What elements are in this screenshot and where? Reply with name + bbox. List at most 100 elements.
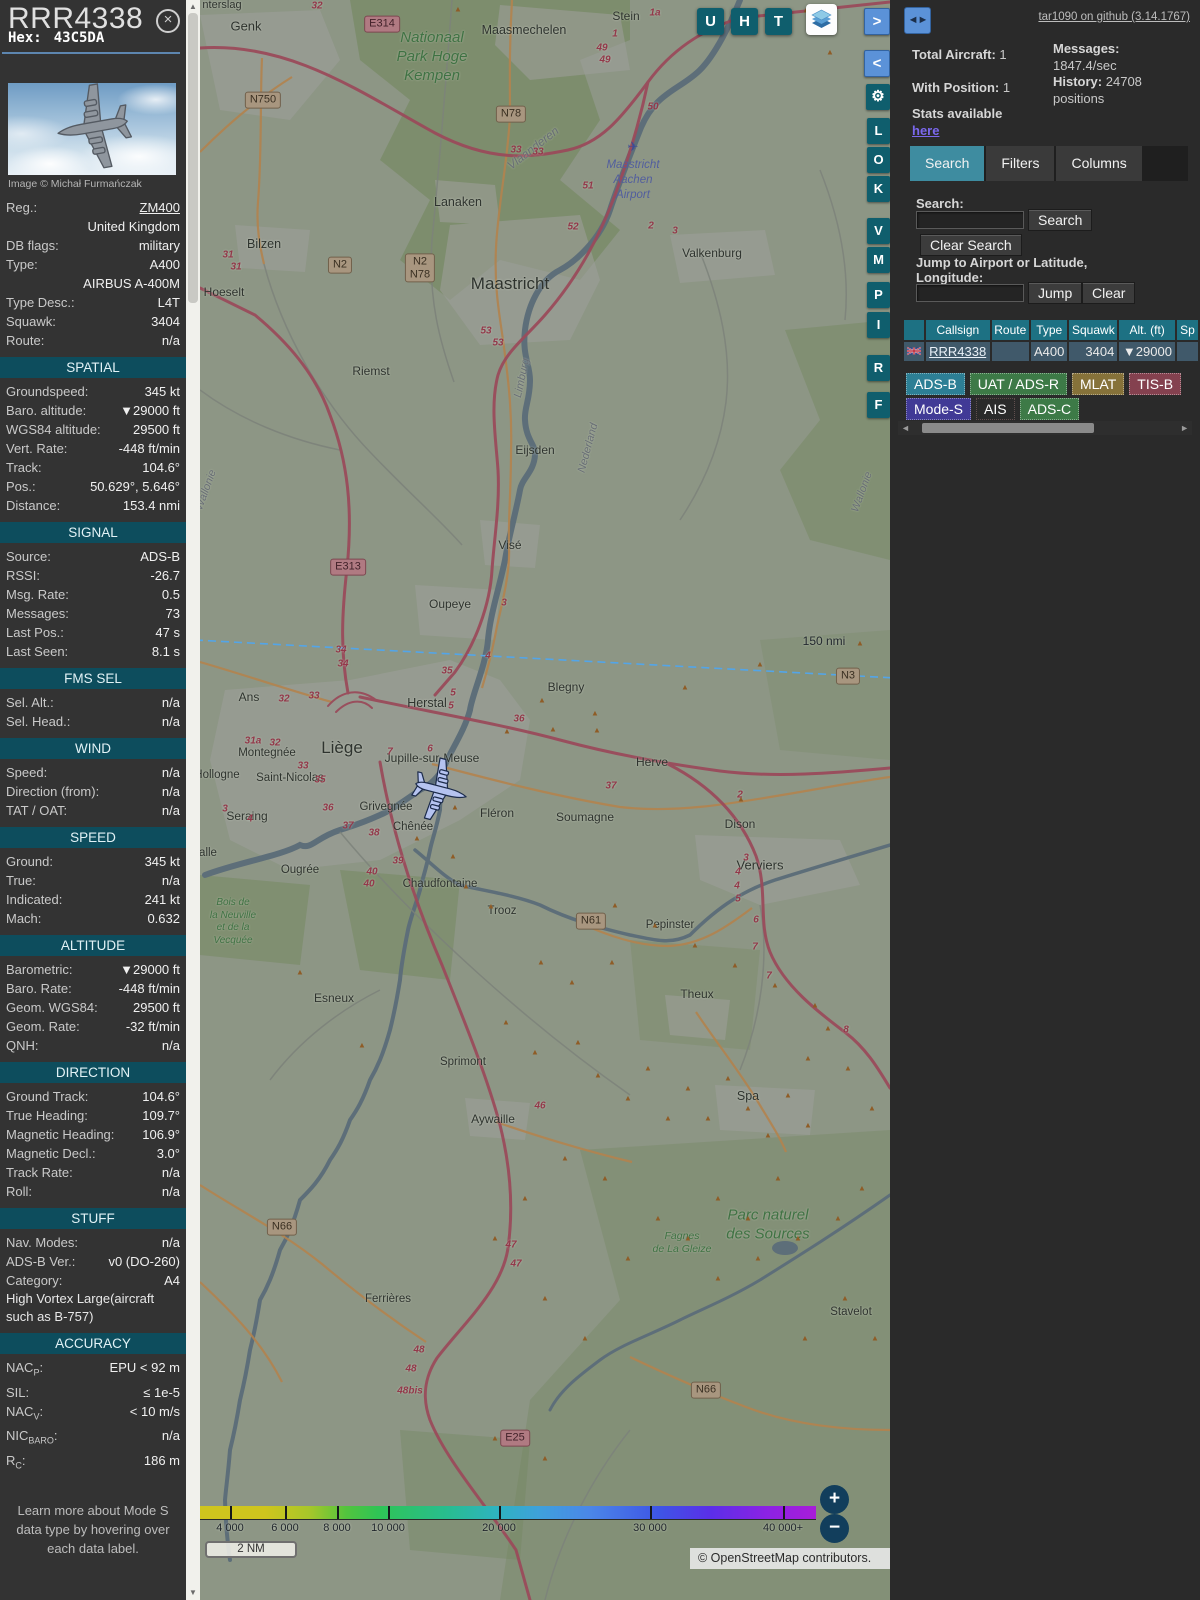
tab-search[interactable]: Search [910,146,985,181]
detail-label: ADS-B Ver.: [6,1254,76,1269]
peak-icon: ▲ [801,1333,809,1343]
column-header-Alt. (ft)[interactable]: Alt. (ft) [1119,320,1175,340]
map-button-m[interactable]: M [867,247,890,273]
panel-expand-button[interactable]: > [864,8,890,35]
gear-icon[interactable]: ⚙ [866,84,890,110]
jump-button[interactable]: Jump [1028,282,1083,304]
peak-icon: ▲ [858,1183,866,1193]
exit-number-label: 49 [596,42,608,54]
aircraft-table[interactable]: Callsign Route Type Squawk Alt. (ft) Sp RRR43… [902,318,1200,363]
clear-search-button[interactable]: Clear Search [920,234,1022,256]
column-header-Sp[interactable]: Sp [1176,320,1198,340]
map-button-h[interactable]: H [731,8,758,35]
detail-value: ≤ 1e-5 [143,1384,180,1400]
road-badge: N66 [266,1218,298,1236]
map-button-u[interactable]: U [697,8,724,35]
peak-icon: ▲ [834,1213,842,1223]
detail-label: WGS84 altitude: [6,422,101,437]
detail-label: Nav. Modes: [6,1235,79,1250]
total-aircraft-label: Total Aircraft: [912,47,996,62]
column-header-Type[interactable]: Type [1031,320,1068,340]
column-header-Callsign[interactable]: Callsign [926,320,990,340]
table-horizontal-scrollbar[interactable]: ◄ ► [898,421,1192,435]
exit-number-label: 5 [448,700,454,712]
hex-code: Hex: 43C5DA [8,30,104,46]
map-button-l[interactable]: L [867,118,890,144]
tab-filters[interactable]: Filters [986,146,1055,181]
detail-row: NACP: EPU < 92 m [0,1358,186,1383]
layers-button[interactable] [806,4,837,35]
detail-value: 106.9° [142,1127,180,1142]
sidebar-scrollbar-thumb[interactable] [188,13,198,303]
table-row[interactable]: RRR4338 A400 3404 ▼29000 [904,342,1198,361]
legend-chip-mlat[interactable]: MLAT [1071,373,1125,395]
map-button-i[interactable]: I [867,312,890,338]
callsign-cell[interactable]: RRR4338 [926,342,990,361]
hscroll-thumb[interactable] [922,423,1094,433]
peak-icon: ▲ [756,659,764,669]
map-button-v[interactable]: V [867,218,890,244]
scroll-down-icon[interactable]: ▼ [186,1588,200,1597]
column-header-flag[interactable] [904,320,925,340]
peak-icon: ▲ [413,833,421,843]
detail-value: 345 kt [144,854,180,869]
road-badge: E25 [500,1429,530,1447]
source-legend-row-2: Mode-S AIS ADS-C [906,398,1084,420]
search-button[interactable]: Search [1028,209,1093,231]
detail-row: ADS-B Ver.: v0 (DO-260) [0,1252,186,1271]
exit-number-label: 31 [222,249,234,261]
panel-toggle-button[interactable]: ◄► [904,7,931,34]
hscroll-left-icon[interactable]: ◄ [901,423,910,433]
scroll-up-icon[interactable]: ▲ [186,2,200,11]
aircraft-info-rows: Reg.: ZM400 United Kingdom DB flags: militar… [0,198,186,350]
detail-label: NICBARO: [6,1428,58,1446]
peak-icon: ▲ [841,1293,849,1303]
map-button-r[interactable]: R [867,355,890,381]
map-button-t[interactable]: T [765,8,792,35]
map-button-f[interactable]: F [867,392,890,418]
info-value: n/a [161,333,180,348]
map-button-o[interactable]: O [867,147,890,173]
peak-icon: ▲ [296,967,304,977]
panel-collapse-button[interactable]: < [864,50,890,77]
github-link[interactable]: tar1090 on github (3.14.1767) [1038,11,1190,23]
close-icon[interactable]: × [156,9,180,33]
exit-number-label: 40 [363,878,375,890]
legend-chip-ais[interactable]: AIS [976,398,1015,420]
jump-clear-button[interactable]: Clear [1082,282,1136,304]
legend-chip-uat-ads-r[interactable]: UAT / ADS-R [969,373,1067,395]
map-city-label: Hollogne [200,769,240,781]
detail-row: True Heading: 109.7° [0,1106,186,1125]
detail-row: SIL: ≤ 1e-5 [0,1383,186,1402]
zoom-in-button[interactable]: + [820,1485,849,1514]
exit-number-label: 3 [672,225,678,237]
map-canvas[interactable]: nterslag Genk Stein Maasmechelen Lanaken Bilz… [200,0,890,1600]
peak-icon: ▲ [868,1103,876,1113]
search-label: Search: [916,196,964,211]
legend-chip-ads-b[interactable]: ADS-B [906,373,965,395]
altitude-tick-label: 20 000 [482,1522,516,1534]
detail-row: Nav. Modes: n/a [0,1233,186,1252]
legend-chip-mode-s[interactable]: Mode-S [906,398,972,420]
legend-chip-tis-b[interactable]: TIS-B [1129,373,1182,395]
road-badge: N3 [835,667,861,685]
exit-number-label: 4 [485,650,491,662]
zoom-out-button[interactable]: − [820,1514,849,1543]
hscroll-right-icon[interactable]: ► [1180,423,1189,433]
legend-chip-ads-c[interactable]: ADS-C [1019,398,1080,420]
detail-label: Ground: [6,854,53,869]
registration-link[interactable]: ZM400 [140,198,180,217]
detail-row: NICBARO: n/a [0,1426,186,1451]
peak-icon: ▲ [664,1113,672,1123]
stats-here-link[interactable]: here [912,123,939,138]
detail-label: SIL: [6,1384,30,1400]
map-button-p[interactable]: P [867,282,890,308]
search-input[interactable] [916,211,1024,229]
column-header-Squawk[interactable]: Squawk [1069,320,1118,340]
tab-columns[interactable]: Columns [1056,146,1142,181]
sidebar-scrollbar[interactable]: ▲ ▼ [186,0,200,1600]
jump-input[interactable] [916,284,1024,302]
column-header-Route[interactable]: Route [991,320,1030,340]
detail-label: NACP: [6,1360,44,1378]
map-button-k[interactable]: K [867,176,890,202]
